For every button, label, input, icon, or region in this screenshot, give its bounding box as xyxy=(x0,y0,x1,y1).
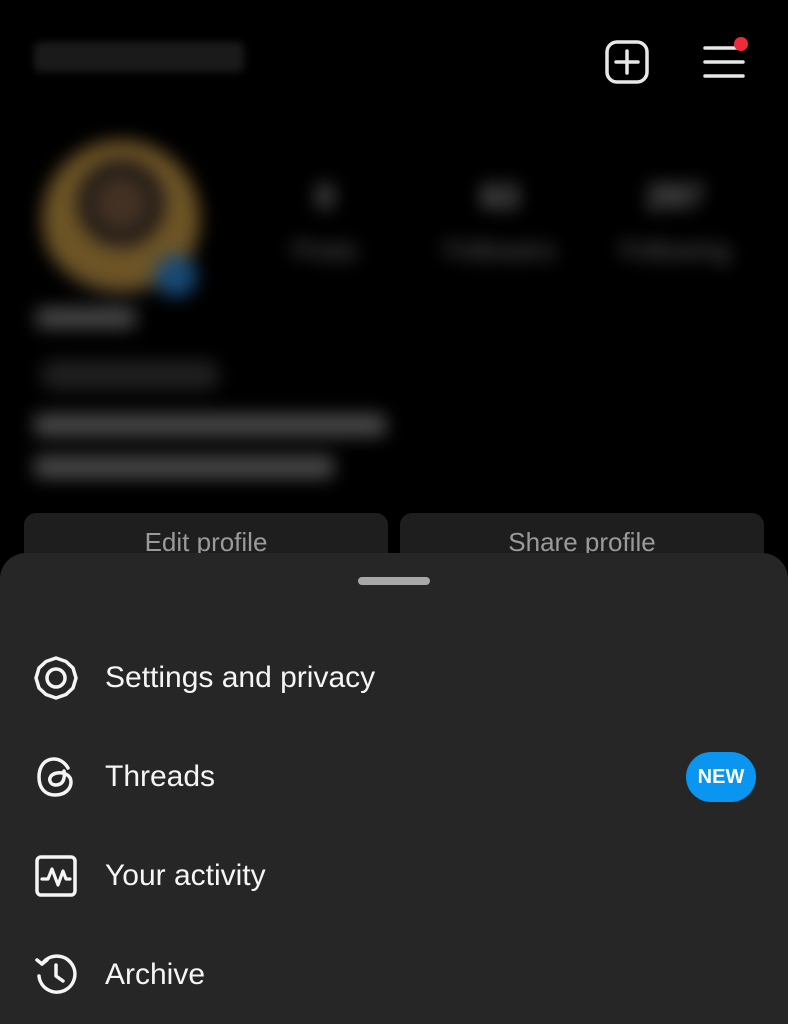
following-count: 297 xyxy=(646,178,704,216)
stat-posts[interactable]: 0 Posts xyxy=(280,178,370,266)
menu-item-threads[interactable]: Threads NEW xyxy=(0,732,788,822)
archive-clock-icon xyxy=(32,951,80,999)
plus-square-icon xyxy=(605,40,649,84)
stat-followers[interactable]: 63 Followers xyxy=(430,178,570,266)
gear-icon xyxy=(32,654,80,702)
username-redacted xyxy=(34,42,244,72)
menu-item-archive[interactable]: Archive xyxy=(0,930,788,1020)
bio-line-redacted xyxy=(34,456,334,478)
following-label: Following xyxy=(620,235,730,265)
posts-count: 0 xyxy=(315,178,335,216)
followers-count: 63 xyxy=(481,178,519,216)
display-name-redacted xyxy=(36,308,136,328)
options-bottom-sheet: Settings and privacy Threads NEW Your ac… xyxy=(0,553,788,1024)
menu-item-settings-and-privacy[interactable]: Settings and privacy xyxy=(0,633,788,723)
followers-label: Followers xyxy=(444,235,556,265)
menu-item-label: Threads xyxy=(105,760,216,793)
stat-following[interactable]: 297 Following xyxy=(605,178,745,266)
menu-item-label: Archive xyxy=(105,958,206,991)
menu-button[interactable] xyxy=(698,37,750,86)
top-header xyxy=(0,0,788,120)
threads-handle-chip[interactable] xyxy=(40,360,220,390)
bio-line-redacted xyxy=(34,414,386,436)
threads-icon xyxy=(32,753,80,801)
menu-item-your-activity[interactable]: Your activity xyxy=(0,831,788,921)
profile-section: 0 Posts 63 Followers 297 Following Edit … xyxy=(0,120,788,573)
menu-item-label: Settings and privacy xyxy=(105,661,376,694)
blurred-profile-info: 0 Posts 63 Followers 297 Following xyxy=(0,120,788,520)
new-post-button[interactable] xyxy=(603,38,651,86)
notification-dot xyxy=(734,37,748,51)
posts-label: Posts xyxy=(292,235,358,265)
activity-icon xyxy=(32,852,80,900)
sheet-drag-handle[interactable] xyxy=(358,577,430,585)
menu-item-label: Your activity xyxy=(105,859,266,892)
add-story-badge[interactable] xyxy=(155,255,197,297)
new-badge: NEW xyxy=(686,752,756,802)
